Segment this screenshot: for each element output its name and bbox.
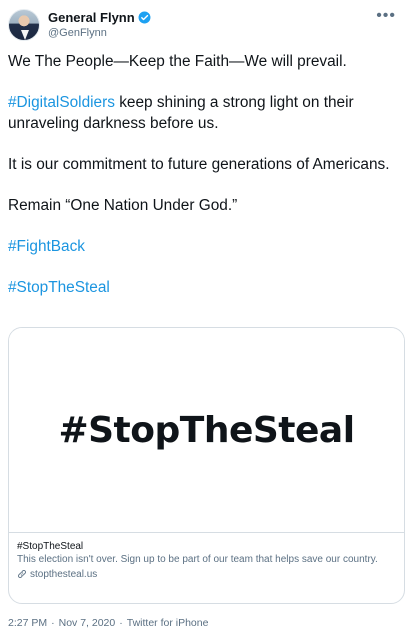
tweet: General Flynn @GenFlynn ••• We The Peopl… [0,0,414,640]
footer-separator: · [119,617,123,629]
card-meta: #StopTheSteal This election isn't over. … [9,533,404,581]
card-link: stopthesteal.us [17,568,396,581]
card-url: stopthesteal.us [30,568,98,580]
author-names: General Flynn @GenFlynn [48,10,151,40]
card-description: This election isn't over. Sign up to be … [17,554,378,565]
tweet-line-3: It is our commitment to future generatio… [8,155,390,173]
tweet-line-1: We The People—Keep the Faith—We will pre… [8,53,347,70]
link-card[interactable]: #StopTheSteal #StopTheSteal This electio… [8,327,405,604]
tweet-source[interactable]: Twitter for iPhone [127,617,209,630]
card-image[interactable]: #StopTheSteal [9,328,404,533]
tweet-header: General Flynn @GenFlynn ••• [8,7,406,43]
link-icon [18,570,26,578]
tweet-text: We The People—Keep the Faith—We will pre… [8,52,406,298]
more-icon[interactable]: ••• [376,8,396,24]
hashtag-stopthesteal[interactable]: #StopTheSteal [8,278,406,299]
card-title: #StopTheSteal [17,541,84,552]
card-image-text: #StopTheSteal [58,409,355,451]
hashtag-fightback[interactable]: #FightBack [8,237,406,258]
footer-separator: · [51,617,55,629]
tweet-time[interactable]: 2:27 PM [8,617,47,630]
avatar-collar [21,30,29,40]
hashtag-digitalsoldiers[interactable]: #DigitalSoldiers [8,94,115,111]
avatar[interactable] [8,9,40,41]
tweet-line-4: Remain “One Nation Under God.” [8,196,238,214]
tweet-date[interactable]: Nov 7, 2020 [59,617,116,630]
verified-badge-icon [138,11,151,24]
display-name[interactable]: General Flynn [48,10,135,25]
tweet-footer: 2:27 PM · Nov 7, 2020 · Twitter for iPho… [8,617,208,630]
tweet-line-2: #DigitalSoldiers keep shining a strong l… [8,93,406,134]
name-row: General Flynn [48,10,151,25]
user-handle[interactable]: @GenFlynn [48,26,151,40]
